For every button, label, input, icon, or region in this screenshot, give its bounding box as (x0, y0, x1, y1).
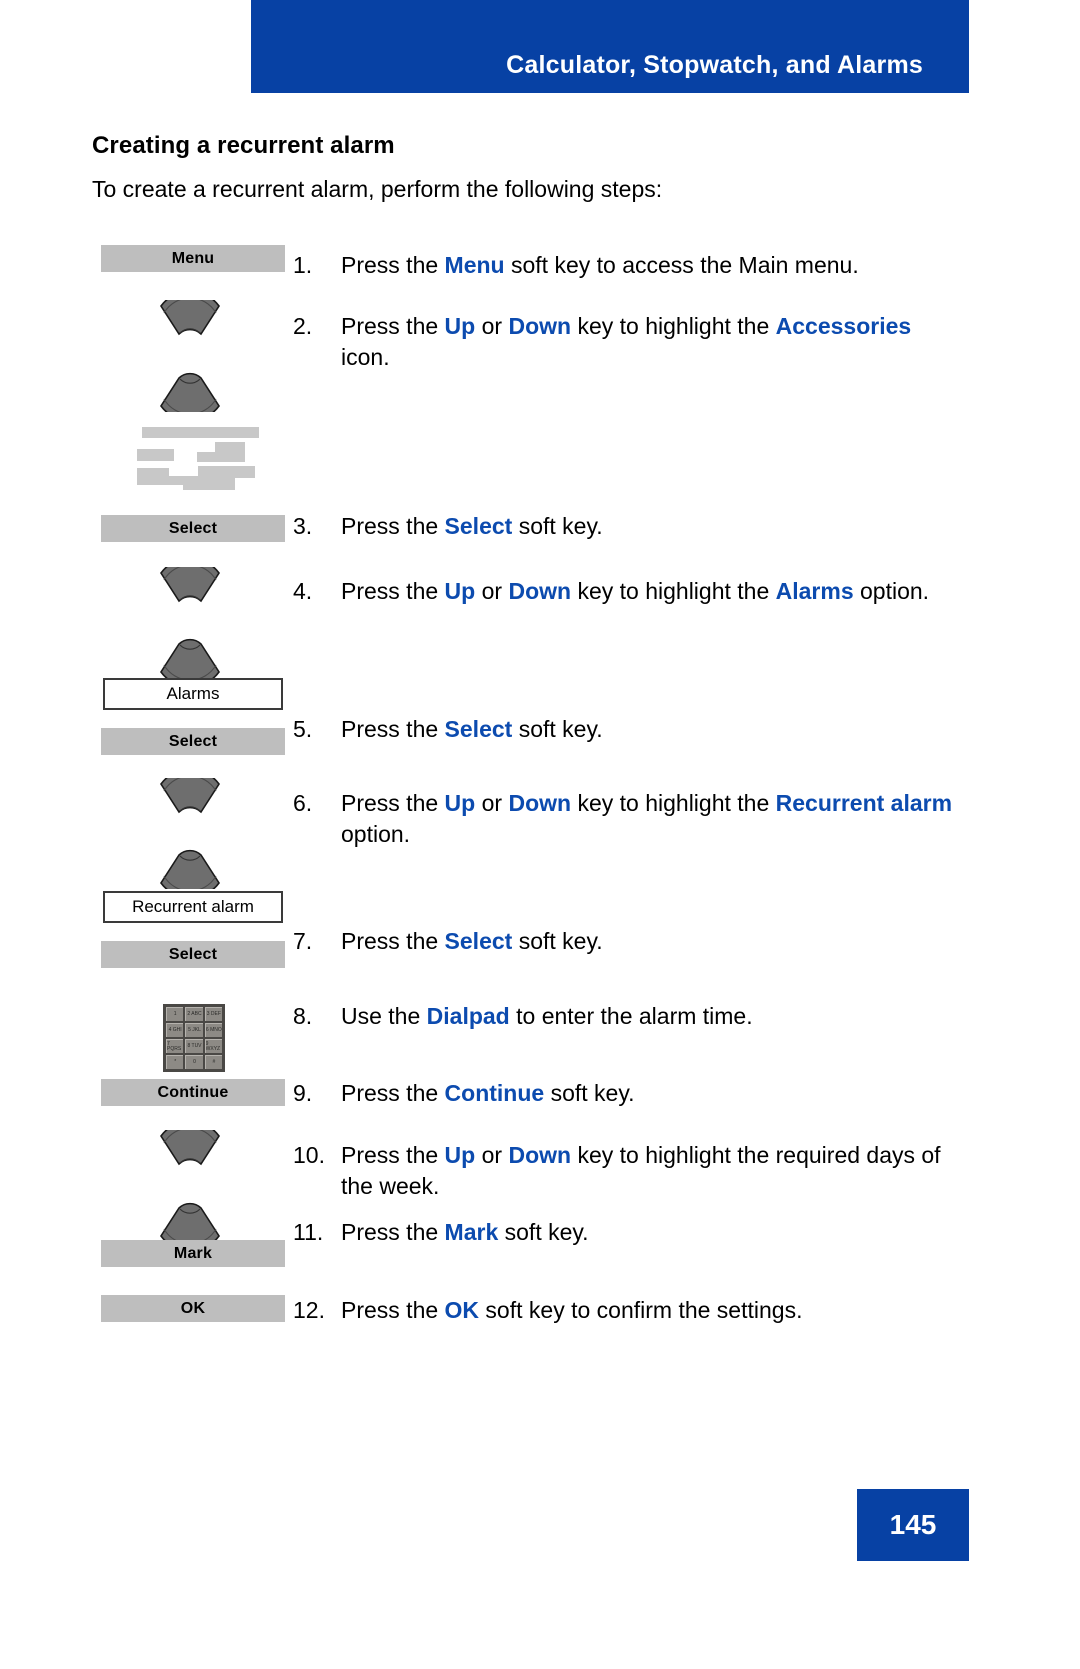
step-text: Use the Dialpad to enter the alarm time. (341, 1001, 953, 1032)
steps-list: 1. Press the Menu soft key to access the… (0, 0, 1080, 1669)
step-number: 7. (293, 928, 313, 954)
step-item-8: 8. Use the Dialpad to enter the alarm ti… (293, 1001, 953, 1032)
keyword-text: Recurrent alarm (775, 790, 953, 816)
footer-page-number: 145 (857, 1489, 969, 1561)
step-number: 5. (293, 716, 313, 742)
keyword-text: OK (444, 1297, 480, 1323)
keyword-text: Down (508, 313, 572, 339)
plain-text: to enter the alarm time. (509, 1003, 753, 1029)
step-number: 1. (293, 252, 313, 278)
plain-text: key to highlight the (571, 313, 776, 339)
plain-text: soft key. (512, 513, 603, 539)
step-text: Press the Select soft key. (341, 926, 953, 957)
step-text: Press the Up or Down key to highlight th… (341, 788, 953, 850)
keyword-text: Accessories (775, 313, 912, 339)
plain-text: Press the (341, 1219, 445, 1245)
step-number: 8. (293, 1003, 313, 1029)
plain-text: or (475, 1142, 509, 1168)
step-number: 3. (293, 513, 313, 539)
keyword-text: Dialpad (426, 1003, 510, 1029)
keyword-text: Down (508, 1142, 572, 1168)
plain-text: or (475, 578, 509, 604)
step-item-9: 9. Press the Continue soft key. (293, 1078, 953, 1109)
keyword-text: Select (444, 513, 513, 539)
step-text: Press the Continue soft key. (341, 1078, 953, 1109)
step-text: Press the Menu soft key to access the Ma… (341, 250, 953, 281)
keyword-text: Down (508, 578, 572, 604)
keyword-text: Up (444, 790, 476, 816)
step-text: Press the Up or Down key to highlight th… (341, 311, 953, 373)
plain-text: icon. (341, 344, 390, 370)
plain-text: Press the (341, 313, 445, 339)
plain-text: soft key to confirm the settings. (479, 1297, 803, 1323)
step-text: Press the Select soft key. (341, 714, 953, 745)
step-text: Press the Up or Down key to highlight th… (341, 576, 953, 607)
keyword-text: Select (444, 716, 513, 742)
plain-text: soft key. (512, 928, 603, 954)
step-number: 10. (293, 1142, 325, 1168)
footer-page-number-value: 145 (889, 1509, 937, 1540)
plain-text: or (475, 790, 509, 816)
plain-text: soft key. (512, 716, 603, 742)
plain-text: Press the (341, 928, 445, 954)
step-number: 4. (293, 578, 313, 604)
plain-text: key to highlight the (571, 790, 776, 816)
step-text: Press the OK soft key to confirm the set… (341, 1295, 953, 1326)
keyword-text: Mark (444, 1219, 499, 1245)
step-item-4: 4. Press the Up or Down key to highlight… (293, 576, 953, 607)
keyword-text: Up (444, 313, 476, 339)
step-item-11: 11. Press the Mark soft key. (293, 1217, 953, 1248)
plain-text: Press the (341, 1297, 445, 1323)
step-text: Press the Select soft key. (341, 511, 953, 542)
keyword-text: Select (444, 928, 513, 954)
step-item-2: 2. Press the Up or Down key to highlight… (293, 311, 953, 373)
step-text: Press the Mark soft key. (341, 1217, 953, 1248)
step-item-6: 6. Press the Up or Down key to highlight… (293, 788, 953, 850)
step-number: 2. (293, 313, 313, 339)
plain-text: option. (341, 821, 411, 847)
step-number: 11. (293, 1219, 324, 1245)
step-number: 9. (293, 1080, 313, 1106)
step-item-1: 1. Press the Menu soft key to access the… (293, 250, 953, 281)
plain-text: soft key. (544, 1080, 635, 1106)
plain-text: soft key to access the Main menu. (504, 252, 859, 278)
keyword-text: Alarms (775, 578, 854, 604)
keyword-text: Up (444, 578, 476, 604)
keyword-text: Down (508, 790, 572, 816)
plain-text: or (475, 313, 509, 339)
plain-text: Press the (341, 1080, 445, 1106)
step-item-10: 10. Press the Up or Down key to highligh… (293, 1140, 953, 1202)
step-item-3: 3. Press the Select soft key. (293, 511, 953, 542)
step-number: 6. (293, 790, 313, 816)
step-item-12: 12. Press the OK soft key to confirm the… (293, 1295, 953, 1326)
step-text: Press the Up or Down key to highlight th… (341, 1140, 953, 1202)
step-item-5: 5. Press the Select soft key. (293, 714, 953, 745)
plain-text: Press the (341, 1142, 445, 1168)
plain-text: Press the (341, 252, 445, 278)
plain-text: Press the (341, 716, 445, 742)
plain-text: Press the (341, 790, 445, 816)
keyword-text: Continue (444, 1080, 545, 1106)
keyword-text: Menu (444, 252, 505, 278)
step-item-7: 7. Press the Select soft key. (293, 926, 953, 957)
plain-text: Press the (341, 578, 445, 604)
plain-text: Press the (341, 513, 445, 539)
plain-text: key to highlight the (571, 578, 776, 604)
step-number: 12. (293, 1297, 325, 1323)
plain-text: Use the (341, 1003, 427, 1029)
plain-text: soft key. (498, 1219, 589, 1245)
plain-text: option. (853, 578, 930, 604)
keyword-text: Up (444, 1142, 476, 1168)
